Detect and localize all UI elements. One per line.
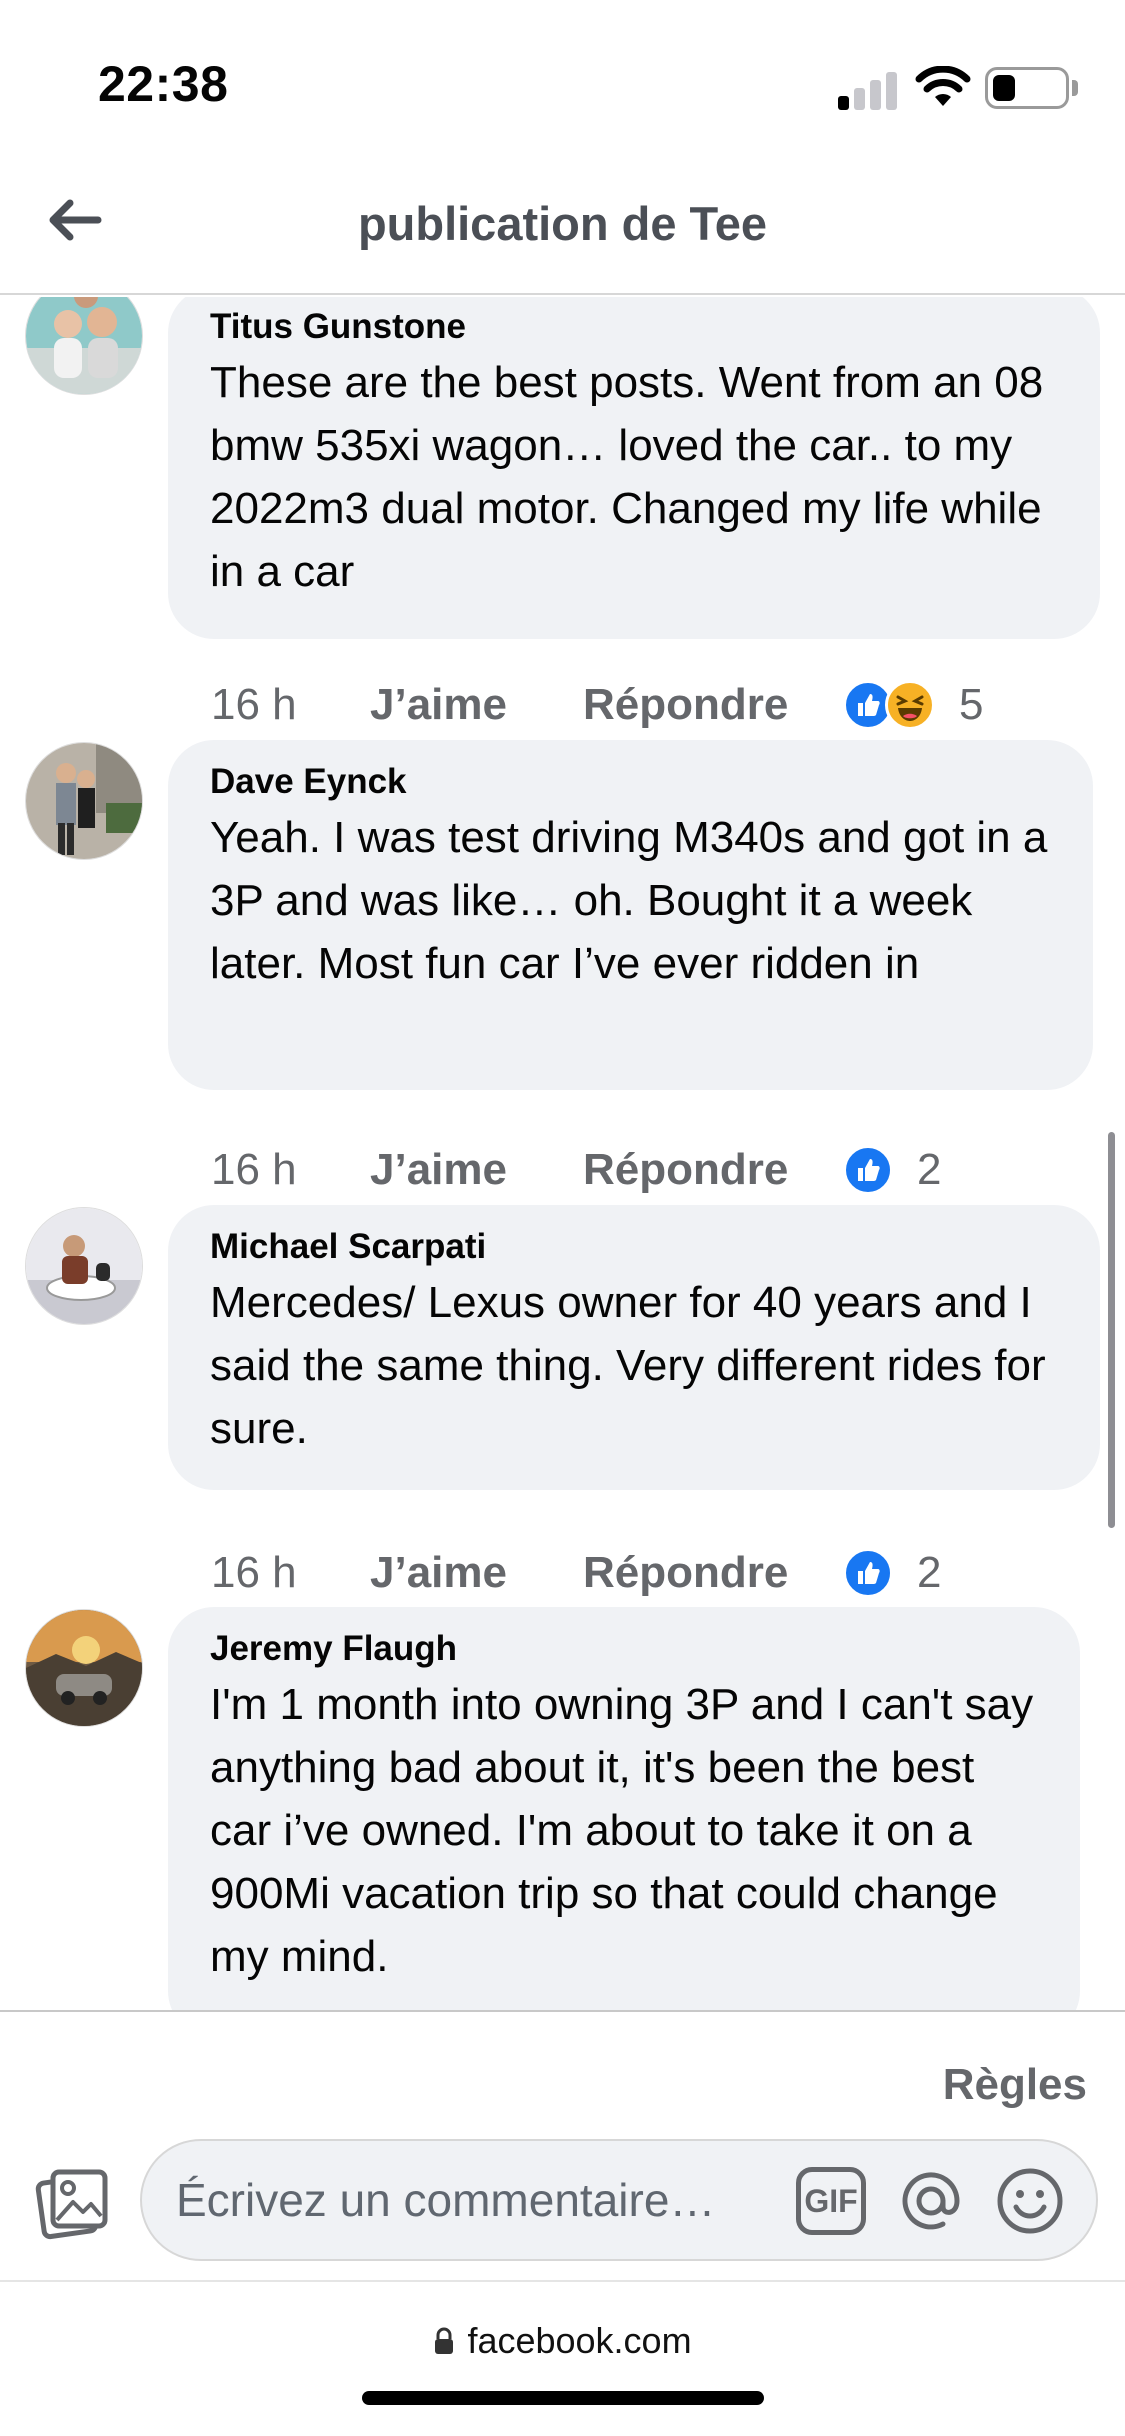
comment-actions: 16 h J’aime Répondre 5 — [211, 675, 983, 735]
reaction-count: 5 — [959, 680, 984, 729]
reaction-count: 2 — [917, 1548, 942, 1597]
comment-bubble[interactable]: Dave Eynck Yeah. I was test driving M340… — [168, 740, 1093, 1090]
comment-time[interactable]: 16 h — [211, 1548, 370, 1598]
browser-url-bar[interactable]: facebook.com — [0, 2280, 1125, 2436]
comment-input[interactable]: Écrivez un commentaire… GIF — [140, 2139, 1098, 2261]
like-button[interactable]: J’aime — [370, 1145, 583, 1195]
avatar[interactable] — [25, 742, 143, 860]
wifi-icon — [915, 66, 971, 106]
status-time: 22:38 — [98, 56, 229, 112]
url-text: facebook.com — [467, 2320, 692, 2361]
comment-time[interactable]: 16 h — [211, 680, 370, 730]
comment-text: Yeah. I was test driving M340s and got i… — [210, 813, 1048, 988]
like-button[interactable]: J’aime — [370, 1548, 583, 1598]
scrollbar[interactable] — [1108, 1132, 1115, 1528]
battery-tip — [1072, 80, 1078, 96]
post-header: publication de Tee — [0, 150, 1125, 295]
reply-button[interactable]: Répondre — [583, 1145, 843, 1195]
rules-link[interactable]: Règles — [943, 2060, 1087, 2110]
comment-author[interactable]: Dave Eynck — [210, 762, 1051, 802]
avatar[interactable] — [25, 1207, 143, 1325]
cellular-signal-icon — [838, 70, 898, 110]
comment-bubble[interactable]: Michael Scarpati Mercedes/ Lexus owner f… — [168, 1205, 1100, 1490]
avatar[interactable] — [25, 297, 143, 395]
comment-actions: 16 h J’aime Répondre 2 — [211, 1543, 941, 1603]
comment-author[interactable]: Michael Scarpati — [210, 1227, 1058, 1267]
avatar[interactable] — [25, 1609, 143, 1727]
like-button[interactable]: J’aime — [370, 680, 583, 730]
comment-text: These are the best posts. Went from an 0… — [210, 358, 1044, 596]
emoji-button[interactable] — [994, 2165, 1066, 2237]
comment-bubble[interactable]: Titus Gunstone These are the best posts.… — [168, 297, 1100, 639]
gif-button[interactable]: GIF — [796, 2167, 866, 2235]
status-bar: 22:38 — [0, 0, 1125, 150]
lock-icon — [435, 2327, 454, 2354]
comment-input-placeholder: Écrivez un commentaire… — [176, 2174, 716, 2226]
comment-time[interactable]: 16 h — [211, 1145, 370, 1195]
like-reaction-icon — [843, 1145, 893, 1195]
reactions-summary[interactable]: 2 — [843, 1548, 941, 1598]
reply-button[interactable]: Répondre — [583, 680, 843, 730]
comment-text: Mercedes/ Lexus owner for 40 years and I… — [210, 1278, 1046, 1453]
mention-button[interactable] — [895, 2165, 967, 2237]
comment-actions: 16 h J’aime Répondre 2 — [211, 1140, 941, 1200]
comment-composer: Règles Écrivez un commentaire… GIF — [0, 2010, 1125, 2280]
reply-button[interactable]: Répondre — [583, 1548, 843, 1598]
battery-icon — [985, 67, 1069, 109]
page-title: publication de Tee — [357, 197, 768, 250]
comment-author[interactable]: Titus Gunstone — [210, 307, 1058, 347]
reactions-summary[interactable]: 5 — [843, 680, 983, 730]
comment-author[interactable]: Jeremy Flaugh — [210, 1629, 1038, 1669]
reaction-count: 2 — [917, 1145, 942, 1194]
comments-list[interactable]: Titus Gunstone These are the best posts.… — [0, 297, 1125, 2010]
home-indicator[interactable] — [362, 2391, 764, 2405]
like-reaction-icon — [843, 1548, 893, 1598]
url-display[interactable]: facebook.com — [0, 2320, 1125, 2362]
photo-icon — [35, 2169, 108, 2240]
comment-bubble[interactable]: Jeremy Flaugh I'm 1 month into owning 3P… — [168, 1607, 1080, 2010]
reactions-summary[interactable]: 2 — [843, 1145, 941, 1195]
haha-reaction-icon — [885, 680, 935, 730]
comment-text: I'm 1 month into owning 3P and I can't s… — [210, 1680, 1034, 1981]
photo-button[interactable] — [35, 2164, 111, 2240]
